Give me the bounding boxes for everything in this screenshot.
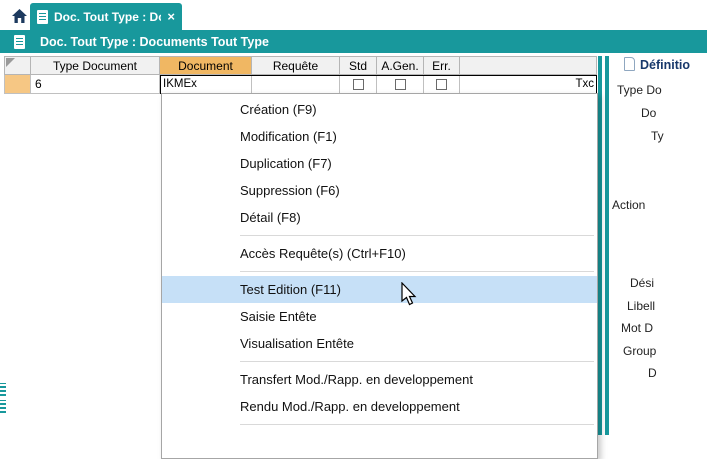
form-label-d: D xyxy=(648,366,657,380)
form-label-designation: Dési xyxy=(630,276,654,290)
form-label-type: Ty xyxy=(651,129,664,143)
column-header-requete[interactable]: Requête xyxy=(252,56,340,75)
menu-separator xyxy=(240,424,594,425)
definition-doc-icon xyxy=(624,57,635,71)
document-icon xyxy=(14,35,25,49)
left-splitter-grip[interactable] xyxy=(0,383,6,396)
form-label-action: Action xyxy=(612,198,645,212)
form-label-libelle: Libell xyxy=(627,299,655,313)
form-label-document: Do xyxy=(641,106,656,120)
home-icon xyxy=(11,8,28,24)
menu-item-modification[interactable]: Modification (F1) xyxy=(162,123,597,150)
err-checkbox[interactable] xyxy=(436,79,447,90)
document-icon xyxy=(37,10,48,24)
menu-item-detail[interactable]: Détail (F8) xyxy=(162,204,597,231)
menu-item-suppression[interactable]: Suppression (F6) xyxy=(162,177,597,204)
cell-file[interactable]: Txc xyxy=(460,75,597,94)
form-label-groupe: Group xyxy=(623,344,656,358)
home-button[interactable] xyxy=(8,5,30,27)
menu-item-saisie-entete[interactable]: Saisie Entête xyxy=(162,303,597,330)
cell-agen[interactable] xyxy=(377,75,424,94)
cell-std[interactable] xyxy=(340,75,377,94)
definition-panel-title: Définitio xyxy=(640,58,690,72)
column-header-std[interactable]: Std xyxy=(340,56,377,75)
std-checkbox[interactable] xyxy=(353,79,364,90)
menu-item-rendu-mod[interactable]: Rendu Mod./Rapp. en developpement xyxy=(162,393,597,420)
window-title: Doc. Tout Type : Documents Tout Type xyxy=(40,35,269,49)
cell-err[interactable] xyxy=(424,75,460,94)
window-title-bar: Doc. Tout Type : Documents Tout Type xyxy=(0,30,707,53)
column-header-agen[interactable]: A.Gen. xyxy=(377,56,424,75)
menu-item-partial[interactable] xyxy=(162,429,597,456)
agen-checkbox[interactable] xyxy=(395,79,406,90)
menu-item-duplication[interactable]: Duplication (F7) xyxy=(162,150,597,177)
menu-item-creation[interactable]: Création (F9) xyxy=(162,96,597,123)
context-menu: Création (F9) Modification (F1) Duplicat… xyxy=(161,93,598,459)
menu-separator xyxy=(240,361,594,362)
column-header-filler xyxy=(460,56,597,75)
panel-splitter[interactable] xyxy=(598,56,609,435)
menu-item-transfert-mod[interactable]: Transfert Mod./Rapp. en developpement xyxy=(162,366,597,393)
cell-document[interactable]: IKMEx xyxy=(160,75,252,94)
menu-item-test-edition[interactable]: Test Edition (F11) xyxy=(162,276,597,303)
tab-close-icon[interactable]: × xyxy=(167,10,175,23)
left-splitter-grip[interactable] xyxy=(0,400,6,413)
menu-separator xyxy=(240,235,594,236)
cell-type-document[interactable]: 6 xyxy=(31,75,160,94)
row-selector-cell[interactable] xyxy=(4,75,31,94)
column-header-document[interactable]: Document xyxy=(160,56,252,75)
menu-separator xyxy=(240,271,594,272)
tab-doc-tout-type[interactable]: Doc. Tout Type : Docum... × xyxy=(30,3,182,30)
menu-item-visualisation-entete[interactable]: Visualisation Entête xyxy=(162,330,597,357)
tab-title: Doc. Tout Type : Docum... xyxy=(54,10,161,24)
column-header-type-document[interactable]: Type Document xyxy=(31,56,160,75)
corner-triangle-icon xyxy=(6,58,15,67)
form-label-mot-directeur: Mot D xyxy=(621,321,653,335)
menu-item-acces-requete[interactable]: Accès Requête(s) (Ctrl+F10) xyxy=(162,240,597,267)
tab-bar: Doc. Tout Type : Docum... × xyxy=(0,0,707,30)
cell-requete[interactable] xyxy=(252,75,340,94)
select-all-corner[interactable] xyxy=(4,56,31,75)
form-label-type-document: Type Do xyxy=(617,83,662,97)
column-header-err[interactable]: Err. xyxy=(424,56,460,75)
